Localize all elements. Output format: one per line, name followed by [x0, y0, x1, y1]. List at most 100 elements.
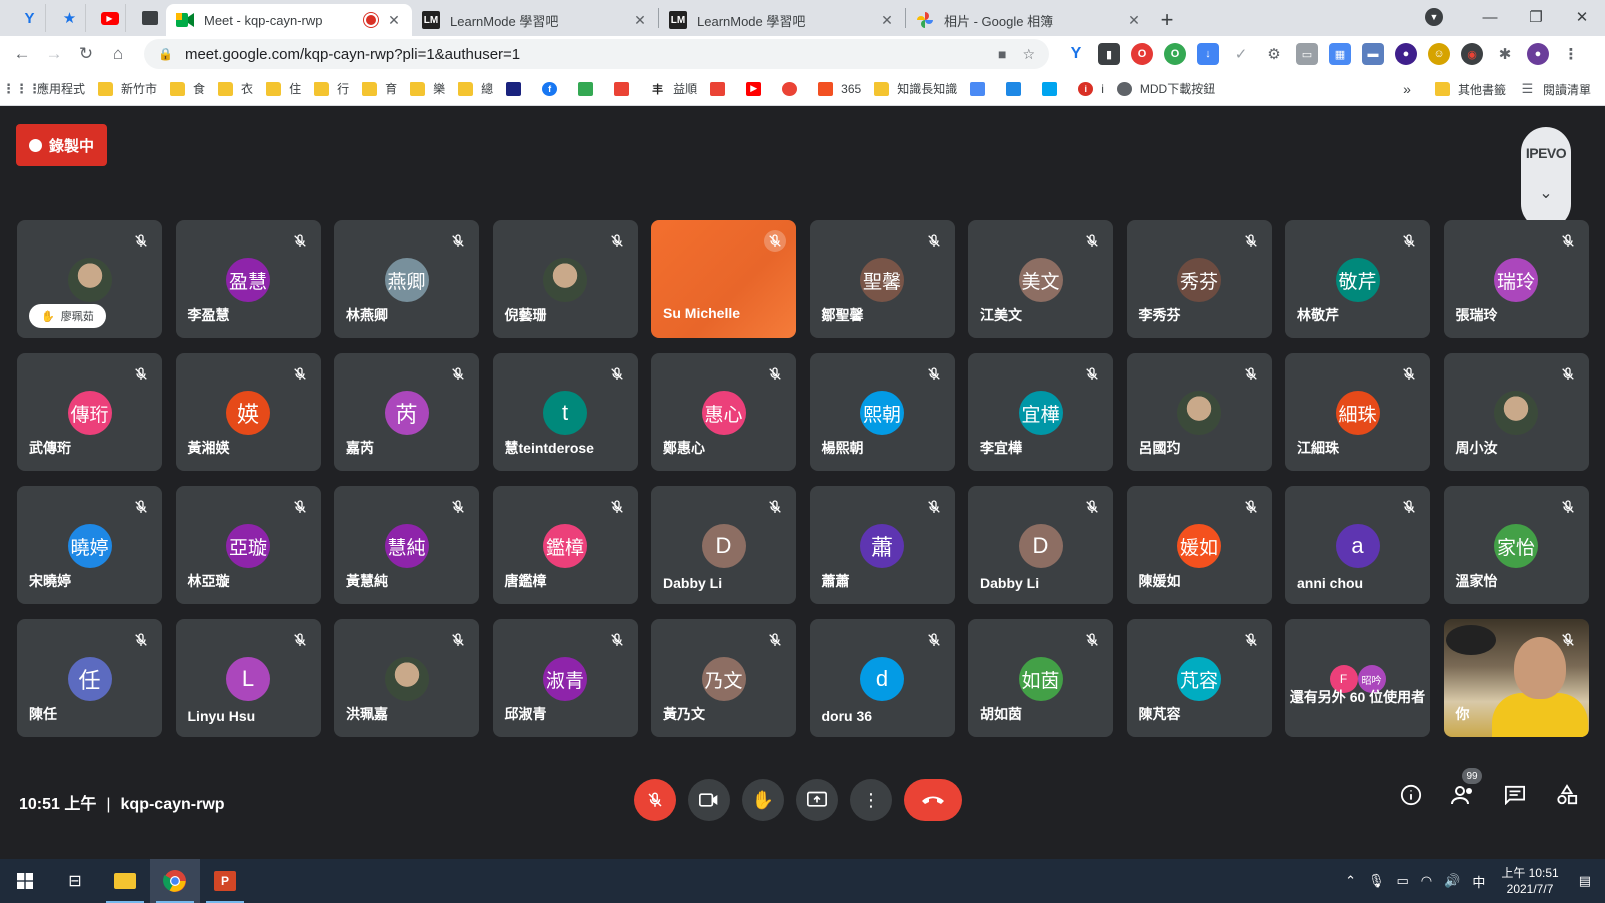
other-bookmarks[interactable]: 其他書籤 — [1434, 81, 1506, 98]
mic-off-icon[interactable] — [289, 230, 311, 252]
mic-off-icon[interactable] — [447, 629, 469, 651]
meeting-details-button[interactable] — [1398, 782, 1424, 808]
start-button[interactable] — [0, 859, 50, 903]
chrome-taskbar-button[interactable] — [150, 859, 200, 903]
mic-off-icon[interactable] — [764, 629, 786, 651]
extension-y-icon[interactable]: Y — [1065, 43, 1087, 65]
self-view-tile[interactable]: 你 — [1443, 619, 1589, 737]
participant-tile[interactable]: t 慧teintderose — [492, 353, 638, 471]
leave-call-button[interactable] — [904, 779, 962, 821]
mic-off-icon[interactable] — [1081, 363, 1103, 385]
extension-gear-icon[interactable]: ⚙ — [1263, 43, 1285, 65]
mic-off-icon[interactable] — [130, 230, 152, 252]
participant-tile[interactable]: 慧純 黃慧純 — [334, 486, 479, 604]
mic-off-icon[interactable] — [1398, 363, 1420, 385]
bookmark-2[interactable]: 食 — [170, 80, 205, 97]
participant-tile[interactable]: 瑞玲 張瑞玲 — [1443, 220, 1589, 338]
extension-yellow-icon[interactable]: ☺ — [1428, 43, 1450, 65]
mic-off-icon[interactable] — [1398, 496, 1420, 518]
chrome-menu-icon[interactable]: ⋮ — [1560, 43, 1582, 65]
wifi-icon[interactable]: ◠ — [1421, 873, 1432, 889]
bookmark-6[interactable]: 育 — [362, 80, 397, 97]
other-participants-tile[interactable]: F 昭吟 還有另外 60 位使用者 — [1285, 619, 1430, 737]
activities-button[interactable] — [1554, 782, 1580, 808]
extension-dark-icon[interactable]: ▮ — [1098, 43, 1120, 65]
bookmark-23[interactable]: MDD下載按鈕 — [1116, 80, 1215, 97]
participant-tile[interactable]: 細珠 江細珠 — [1285, 353, 1430, 471]
extension-adblock-icon[interactable]: O — [1131, 43, 1153, 65]
bookmark-8[interactable]: 總 — [458, 80, 493, 97]
powerpoint-taskbar-button[interactable]: P — [200, 859, 250, 903]
camera-in-use-icon[interactable]: ■ — [998, 46, 1006, 62]
home-icon[interactable]: ⌂ — [102, 44, 134, 64]
forward-icon[interactable]: → — [38, 44, 70, 64]
mic-off-icon[interactable] — [1557, 230, 1579, 252]
bookmark-14[interactable] — [710, 81, 733, 96]
lock-icon[interactable]: 🔒 — [158, 47, 173, 61]
reload-icon[interactable]: ↻ — [70, 44, 102, 64]
extension-purple-icon[interactable]: ● — [1395, 43, 1417, 65]
mic-off-icon[interactable] — [289, 629, 311, 651]
taskbar-clock[interactable]: 上午 10:51 2021/7/7 — [1501, 865, 1558, 897]
mic-off-icon[interactable] — [289, 496, 311, 518]
reading-list[interactable]: ☰ 閱讀清單 — [1520, 81, 1591, 98]
participant-tile[interactable]: 盈慧 李盈慧 — [175, 220, 321, 338]
close-tab-icon[interactable]: ✕ — [879, 12, 895, 29]
tab-google-photos[interactable]: 相片 - Google 相簿 ✕ — [906, 4, 1152, 36]
mic-off-icon[interactable] — [606, 363, 628, 385]
tab-learnmode-1[interactable]: LM LearnMode 學習吧 ✕ — [412, 4, 658, 36]
bookmark-12[interactable] — [614, 81, 637, 96]
participant-tile[interactable]: 亞璇 林亞璇 — [175, 486, 321, 604]
chat-button[interactable] — [1502, 782, 1528, 808]
participant-tile[interactable]: 燕卿 林燕卿 — [334, 220, 479, 338]
pinned-tab-contact-icon[interactable] — [134, 4, 166, 32]
extension-green-icon[interactable]: O — [1164, 43, 1186, 65]
pinned-tab-y-icon[interactable]: Y — [14, 4, 46, 32]
file-explorer-button[interactable] — [100, 859, 150, 903]
back-icon[interactable]: ← — [6, 44, 38, 64]
tab-search-icon[interactable]: ▼ — [1425, 8, 1443, 26]
microphone-icon[interactable]: 🎙 — [1368, 873, 1385, 889]
participant-tile[interactable]: 秀芬 李秀芬 — [1126, 220, 1272, 338]
recording-badge[interactable]: 錄製中 — [16, 124, 107, 166]
mic-off-icon[interactable] — [764, 363, 786, 385]
mic-off-icon[interactable] — [764, 496, 786, 518]
bookmark-18[interactable]: 知識長知識 — [874, 80, 957, 97]
bookmark-7[interactable]: 樂 — [410, 80, 445, 97]
participant-tile[interactable]: Su Michelle — [651, 220, 796, 338]
mic-off-icon[interactable] — [1557, 629, 1579, 651]
participant-tile[interactable]: 任陳任 — [17, 619, 162, 737]
tab-meet[interactable]: Meet - kqp-cayn-rwp ✕ — [166, 4, 412, 36]
mic-off-icon[interactable] — [606, 496, 628, 518]
bookmark-11[interactable] — [578, 81, 601, 96]
participant-tile[interactable]: 倪藝珊 — [492, 220, 638, 338]
mic-off-icon[interactable] — [1081, 629, 1103, 651]
show-hidden-icons-icon[interactable]: ⌃ — [1345, 873, 1356, 889]
mic-off-icon[interactable] — [606, 629, 628, 651]
restore-icon[interactable]: ❐ — [1513, 8, 1559, 26]
mic-off-icon[interactable] — [447, 363, 469, 385]
close-window-icon[interactable]: ✕ — [1559, 8, 1605, 26]
participant-tile[interactable]: 洪珮嘉 — [334, 619, 479, 737]
bookmark-0[interactable]: ⋮⋮⋮ 應用程式 — [2, 80, 85, 97]
address-bar[interactable]: 🔒 meet.google.com/kqp-cayn-rwp?pli=1&aut… — [144, 39, 1049, 69]
participant-tile[interactable]: 淑青 邱淑青 — [492, 619, 638, 737]
participant-tile[interactable]: L Linyu Hsu — [175, 619, 321, 737]
participant-tile[interactable]: 宜樺 李宜樺 — [968, 353, 1113, 471]
raise-hand-button[interactable]: ✋ — [742, 779, 784, 821]
mic-off-icon[interactable] — [923, 230, 945, 252]
mic-off-icon[interactable] — [764, 230, 786, 252]
mic-off-icon[interactable] — [1240, 363, 1262, 385]
participant-tile[interactable]: 周小汝 — [1443, 353, 1589, 471]
participant-tile[interactable]: 熙朝 楊熙朝 — [809, 353, 955, 471]
bookmark-10[interactable]: f — [542, 81, 565, 96]
mic-off-icon[interactable] — [1240, 230, 1262, 252]
participant-tile[interactable]: d doru 36 — [809, 619, 955, 737]
new-tab-button[interactable]: + — [1152, 4, 1182, 36]
participant-tile[interactable]: 芃容 陳芃容 — [1126, 619, 1272, 737]
extension-download-icon[interactable]: ↓ — [1197, 43, 1219, 65]
participant-tile[interactable]: 芮嘉芮 — [334, 353, 479, 471]
mic-off-button[interactable] — [634, 779, 676, 821]
mic-off-icon[interactable] — [923, 363, 945, 385]
mic-off-icon[interactable] — [1240, 496, 1262, 518]
